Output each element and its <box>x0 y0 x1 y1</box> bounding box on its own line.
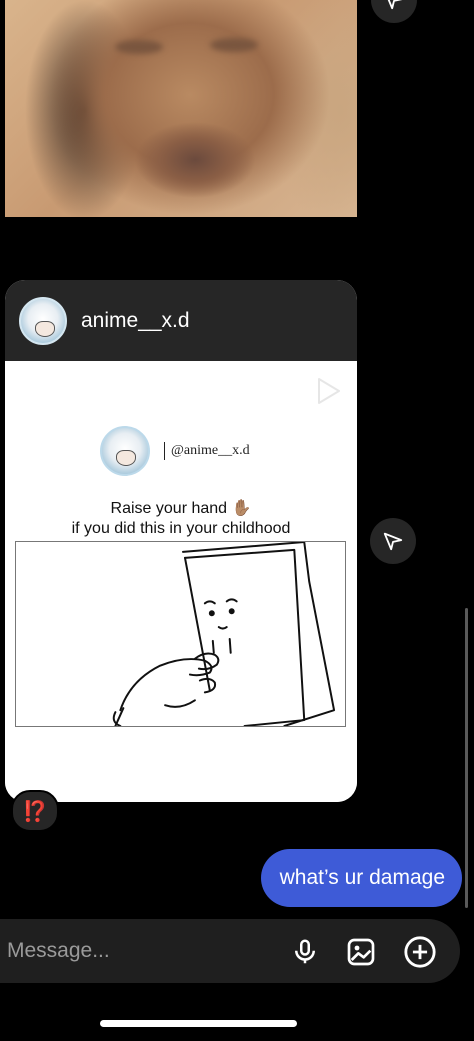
sent-message-text: what’s ur damage <box>279 866 445 889</box>
post-caption: Raise your hand ✋🏽 if you did this in yo… <box>5 499 357 539</box>
sent-message-bubble[interactable]: what’s ur damage <box>260 849 462 907</box>
shared-post-media[interactable]: @anime__x.d Raise your hand ✋🏽 if you di… <box>5 361 357 802</box>
photo-message[interactable] <box>5 0 357 217</box>
avatar <box>100 426 150 476</box>
comic-drawing <box>112 542 336 726</box>
inner-handle: @anime__x.d <box>171 443 250 458</box>
home-indicator[interactable] <box>100 1020 297 1027</box>
message-reaction[interactable]: ⁉️ <box>11 790 59 832</box>
caption-line-1: Raise your hand ✋🏽 <box>110 500 252 517</box>
share-post-button[interactable] <box>370 518 416 564</box>
inner-post-header: @anime__x.d <box>100 426 250 476</box>
dm-thread-screen: anime__x.d @anime__x.d Raise your hand ✋… <box>0 0 474 1041</box>
divider <box>164 442 165 460</box>
comic-illustration <box>15 541 346 727</box>
avatar[interactable] <box>19 296 67 345</box>
play-icon[interactable] <box>311 375 343 407</box>
photo-detail <box>115 40 163 54</box>
photo-detail <box>210 38 258 52</box>
scrollbar[interactable] <box>465 608 468 908</box>
post-username[interactable]: anime__x.d <box>81 309 190 333</box>
shared-post-header[interactable]: anime__x.d <box>5 280 357 361</box>
share-button[interactable] <box>371 0 417 23</box>
image-icon[interactable] <box>344 935 378 969</box>
message-composer <box>0 919 460 983</box>
microphone-icon[interactable] <box>288 935 322 969</box>
send-icon <box>383 532 403 551</box>
caption-line-2: if you did this in your childhood <box>71 520 291 537</box>
reaction-emoji: ⁉️ <box>22 800 48 823</box>
plus-circle-icon[interactable] <box>403 935 437 969</box>
shared-post-card[interactable]: anime__x.d @anime__x.d Raise your hand ✋… <box>5 280 357 802</box>
send-icon <box>387 0 403 10</box>
message-input[interactable] <box>5 938 279 964</box>
